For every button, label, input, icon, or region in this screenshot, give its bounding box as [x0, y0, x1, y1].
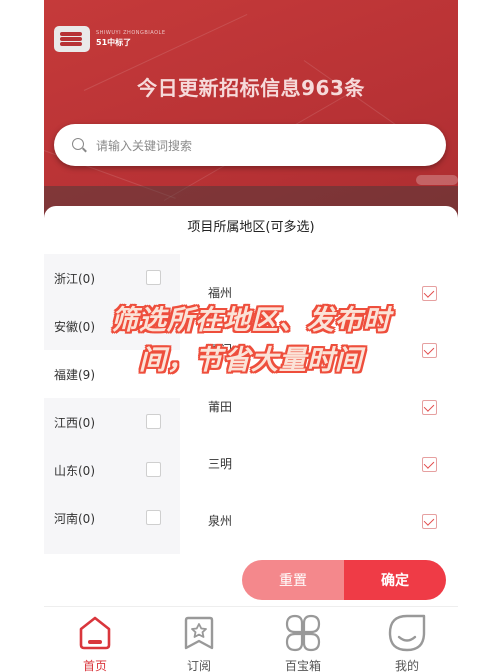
- province-item[interactable]: 江西(0): [44, 398, 180, 446]
- search-icon: [72, 138, 87, 153]
- city-checkbox[interactable]: [422, 457, 437, 472]
- confirm-button[interactable]: 确定: [344, 560, 446, 600]
- tab-label: 我的: [394, 659, 419, 672]
- app-logo: SHIWUYI ZHONGBIAOLE 51中标了: [54, 26, 165, 52]
- tab-profile[interactable]: 我的: [362, 611, 452, 672]
- logo-tagline: SHIWUYI ZHONGBIAOLE: [96, 30, 166, 36]
- province-checkbox[interactable]: [146, 510, 161, 525]
- reset-button[interactable]: 重置: [242, 560, 344, 600]
- filter-title: 项目所属地区(可多选): [187, 220, 315, 235]
- home-icon: [79, 616, 111, 650]
- province-item[interactable]: 山东(0): [44, 446, 180, 494]
- region-filter-panel: 项目所属地区(可多选) 浙江(0) 安徽(0) 福建(9) 江西(0) 山东(0…: [44, 206, 458, 606]
- province-label: 河南(0): [54, 511, 95, 526]
- tab-label: 首页: [82, 659, 107, 672]
- checkmark-icon: [423, 287, 435, 298]
- city-item[interactable]: 三明: [180, 435, 458, 492]
- search-bar[interactable]: 请输入关键词搜索: [54, 124, 446, 166]
- search-input[interactable]: 请输入关键词搜索: [96, 137, 192, 154]
- city-checkbox[interactable]: [422, 514, 437, 529]
- province-checkbox[interactable]: [146, 414, 161, 429]
- tab-label: 百宝箱: [284, 659, 321, 672]
- tab-subscribe[interactable]: 订阅: [154, 611, 244, 672]
- tab-home[interactable]: 首页: [50, 611, 140, 672]
- province-checkbox[interactable]: [146, 270, 161, 285]
- logo-name: 51中标了: [96, 38, 132, 47]
- city-label: 莆田: [208, 400, 233, 414]
- banner-indicator: [416, 175, 458, 185]
- bottom-tab-bar: 首页 订阅 百宝箱 我的: [44, 606, 458, 672]
- province-label: 浙江(0): [54, 271, 95, 286]
- filter-actions: 重置 确定: [242, 560, 446, 600]
- province-item[interactable]: 河南(0): [44, 494, 180, 542]
- city-item[interactable]: 莆田: [180, 378, 458, 435]
- checkmark-icon: [423, 458, 435, 469]
- subscribe-icon: [184, 616, 214, 650]
- province-label: 江西(0): [54, 415, 95, 430]
- promo-caption-line1: 筛选所在地区、发布时: [111, 305, 391, 336]
- province-item[interactable]: 浙江(0): [44, 254, 180, 302]
- province-label: 山东(0): [54, 463, 95, 478]
- promo-caption-line2: 间，节省大量时间: [139, 345, 363, 376]
- tab-label: 订阅: [186, 659, 211, 672]
- logo-mark: [54, 26, 90, 52]
- checkmark-icon: [423, 401, 435, 412]
- city-item[interactable]: 泉州: [180, 492, 458, 549]
- update-headline: 今日更新招标信息963条: [137, 76, 365, 100]
- app-screen: SHIWUYI ZHONGBIAOLE 51中标了 今日更新招标信息963条 请…: [44, 0, 458, 672]
- checkmark-icon: [423, 515, 435, 526]
- city-label: 三明: [208, 457, 233, 471]
- toolbox-icon: [285, 614, 321, 652]
- profile-icon: [388, 614, 426, 652]
- tab-toolbox[interactable]: 百宝箱: [258, 611, 348, 672]
- city-label: 泉州: [208, 514, 233, 528]
- city-checkbox[interactable]: [422, 400, 437, 415]
- province-checkbox[interactable]: [146, 462, 161, 477]
